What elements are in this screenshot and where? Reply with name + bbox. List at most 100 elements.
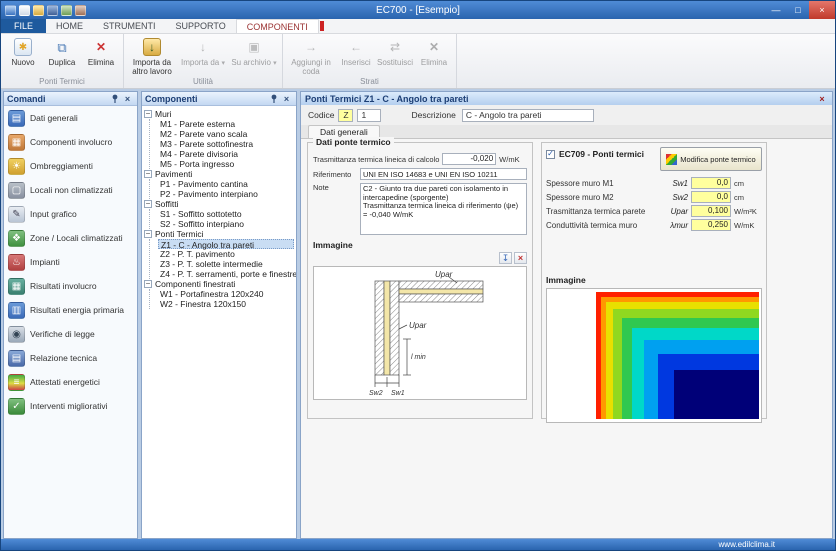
tree-item[interactable]: W2 - Finestra 120x150 bbox=[158, 299, 294, 309]
sidebar-item-relazione-tecnica[interactable]: Relazione tecnica bbox=[4, 346, 137, 370]
app-window: EC700 - [Esempio] — □ × FILE HOME STRUME… bbox=[0, 0, 836, 551]
groupbox-title: Dati ponte termico bbox=[313, 137, 394, 147]
aggiungi-in-coda-button[interactable]: Aggiungi in coda bbox=[286, 36, 336, 76]
sidebar-item-attestati-energetici[interactable]: Attestati energetici bbox=[4, 370, 137, 394]
tree-item[interactable]: M4 - Parete divisoria bbox=[158, 149, 294, 159]
modifica-ponte-termico-button[interactable]: Modifica ponte termico bbox=[660, 147, 762, 171]
tree-item[interactable]: M5 - Porta ingresso bbox=[158, 159, 294, 169]
duplica-button[interactable]: Duplica bbox=[43, 36, 81, 67]
open-file-icon[interactable] bbox=[33, 5, 44, 16]
sidebar-item-dati-generali[interactable]: Dati generali bbox=[4, 106, 137, 130]
delete-image-button[interactable]: × bbox=[514, 252, 527, 264]
undo-icon[interactable] bbox=[61, 5, 72, 16]
tree-node-muri[interactable]: −Muri bbox=[144, 109, 294, 119]
tree-node-ponti-termici[interactable]: −Ponti Termici bbox=[144, 229, 294, 239]
sw1-field[interactable]: 0,0 bbox=[691, 177, 731, 189]
codice-label: Codice bbox=[308, 110, 334, 120]
tree-item[interactable]: S1 - Soffitto sottotetto bbox=[158, 209, 294, 219]
importa-da-altro-lavoro-button[interactable]: Importa da altro lavoro bbox=[127, 36, 177, 76]
close-panel-icon[interactable]: × bbox=[121, 93, 134, 105]
close-panel-icon[interactable]: × bbox=[280, 93, 293, 105]
minimize-button[interactable]: — bbox=[765, 1, 787, 19]
trasmittanza-field[interactable]: -0,020 bbox=[442, 153, 496, 165]
ec709-checkbox[interactable]: ✓ bbox=[546, 150, 555, 159]
sidebar-item-verifiche-di-legge[interactable]: Verifiche di legge bbox=[4, 322, 137, 346]
title-bar: EC700 - [Esempio] — □ × bbox=[1, 1, 835, 19]
thermal-grid-icon bbox=[666, 154, 677, 165]
sidebar-item-locali-non-climatizzati[interactable]: Locali non climatizzati bbox=[4, 178, 137, 202]
tree-item[interactable]: M3 - Parete sottofinestra bbox=[158, 139, 294, 149]
thermal-image-frame bbox=[546, 288, 762, 423]
inserisci-button[interactable]: Inserisci bbox=[337, 36, 375, 67]
tab-componenti[interactable]: COMPONENTI bbox=[236, 19, 319, 33]
aggiungi-in-coda-icon bbox=[302, 38, 320, 56]
impianti-icon bbox=[8, 254, 25, 271]
ribbon: Nuovo Duplica Elimina Ponti Termici Impo… bbox=[1, 34, 835, 89]
riferimento-field[interactable]: UNI EN ISO 14683 e UNI EN ISO 10211 bbox=[360, 168, 527, 180]
new-file-icon[interactable] bbox=[19, 5, 30, 16]
tree-item-selected[interactable]: Z1 - C - Angolo tra pareti bbox=[158, 239, 294, 249]
app-icon[interactable] bbox=[5, 5, 16, 16]
collapse-icon[interactable]: − bbox=[144, 280, 152, 288]
maximize-button[interactable]: □ bbox=[787, 1, 809, 19]
codice-value-field[interactable]: 1 bbox=[357, 109, 381, 122]
codice-prefix-field[interactable]: Z bbox=[338, 109, 353, 122]
nuovo-button[interactable]: Nuovo bbox=[4, 36, 42, 67]
collapse-icon[interactable]: − bbox=[144, 200, 152, 208]
tree-item[interactable]: S2 - Soffitto interpiano bbox=[158, 219, 294, 229]
export-image-button[interactable]: ↧ bbox=[499, 252, 512, 264]
sostituisci-button[interactable]: Sostituisci bbox=[376, 36, 414, 67]
sidebar-item-risultati-involucro[interactable]: Risultati involucro bbox=[4, 274, 137, 298]
sidebar-item-input-grafico[interactable]: Input grafico bbox=[4, 202, 137, 226]
upar-field[interactable]: 0,100 bbox=[691, 205, 731, 217]
sw2-field[interactable]: 0,0 bbox=[691, 191, 731, 203]
collapse-icon[interactable]: − bbox=[144, 170, 152, 178]
close-button[interactable]: × bbox=[809, 1, 835, 19]
elimina-button[interactable]: Elimina bbox=[82, 36, 120, 67]
tree-item[interactable]: P2 - Pavimento interpiano bbox=[158, 189, 294, 199]
sidebar-item-zone-locali-climatizzati[interactable]: Zone / Locali climatizzati bbox=[4, 226, 137, 250]
symbol: λmur bbox=[664, 221, 688, 230]
sidebar-item-impianti[interactable]: Impianti bbox=[4, 250, 137, 274]
detail-title: Ponti Termici Z1 - C - Angolo tra pareti bbox=[305, 94, 469, 104]
importa-da-button[interactable]: Importa da ▾ bbox=[178, 36, 228, 68]
edilclima-link[interactable]: www.edilclima.it bbox=[719, 540, 775, 549]
tree-item[interactable]: P1 - Pavimento cantina bbox=[158, 179, 294, 189]
tree-node-componenti-finestrati[interactable]: −Componenti finestrati bbox=[144, 279, 294, 289]
input-grafico-icon bbox=[8, 206, 25, 223]
collapse-icon[interactable]: − bbox=[144, 110, 152, 118]
ec709-group: ✓ EC709 - Ponti termici Modifica ponte t… bbox=[541, 142, 767, 419]
sidebar-item-interventi-migliorativi[interactable]: Interventi migliorativi bbox=[4, 394, 137, 418]
tree-item[interactable]: Z2 - P. T. pavimento bbox=[158, 249, 294, 259]
tree-node-soffitti[interactable]: −Soffitti bbox=[144, 199, 294, 209]
elimina-strato-icon bbox=[425, 38, 443, 56]
descrizione-field[interactable]: C - Angolo tra pareti bbox=[462, 109, 594, 122]
tab-strumenti[interactable]: STRUMENTI bbox=[93, 19, 166, 33]
sidebar-item-componenti-involucro[interactable]: Componenti involucro bbox=[4, 130, 137, 154]
save-icon[interactable] bbox=[47, 5, 58, 16]
thermal-analysis-image bbox=[596, 292, 759, 419]
tree-node-pavimenti[interactable]: −Pavimenti bbox=[144, 169, 294, 179]
sidebar-item-ombreggiamenti[interactable]: Ombreggiamenti bbox=[4, 154, 137, 178]
tree-item[interactable]: M1 - Parete esterna bbox=[158, 119, 294, 129]
tab-home[interactable]: HOME bbox=[46, 19, 93, 33]
tree-item[interactable]: Z4 - P. T. serramenti, porte e finestre bbox=[158, 269, 294, 279]
image-toolbar: ↧ × bbox=[313, 252, 527, 264]
elimina-strato-button[interactable]: Elimina bbox=[415, 36, 453, 67]
tree-item[interactable]: W1 - Portafinestra 120x240 bbox=[158, 289, 294, 299]
collapse-icon[interactable]: − bbox=[144, 230, 152, 238]
ribbon-group-label: Utilità bbox=[127, 76, 279, 88]
su-archivio-button[interactable]: Su archivio ▾ bbox=[229, 36, 279, 68]
redo-icon[interactable] bbox=[75, 5, 86, 16]
close-detail-icon[interactable]: × bbox=[816, 94, 828, 104]
sostituisci-icon bbox=[386, 38, 404, 56]
tab-supporto[interactable]: SUPPORTO bbox=[166, 19, 236, 33]
lambda-mur-field[interactable]: 0,250 bbox=[691, 219, 731, 231]
sidebar-item-risultati-energia-primaria[interactable]: Risultati energia primaria bbox=[4, 298, 137, 322]
tab-file[interactable]: FILE bbox=[1, 19, 46, 33]
tree-item[interactable]: Z3 - P. T. solette intermedie bbox=[158, 259, 294, 269]
pin-icon[interactable] bbox=[108, 93, 121, 105]
note-field[interactable]: C2 - Giunto tra due pareti con isolament… bbox=[360, 183, 527, 235]
tree-item[interactable]: M2 - Parete vano scala bbox=[158, 129, 294, 139]
pin-icon[interactable] bbox=[267, 93, 280, 105]
